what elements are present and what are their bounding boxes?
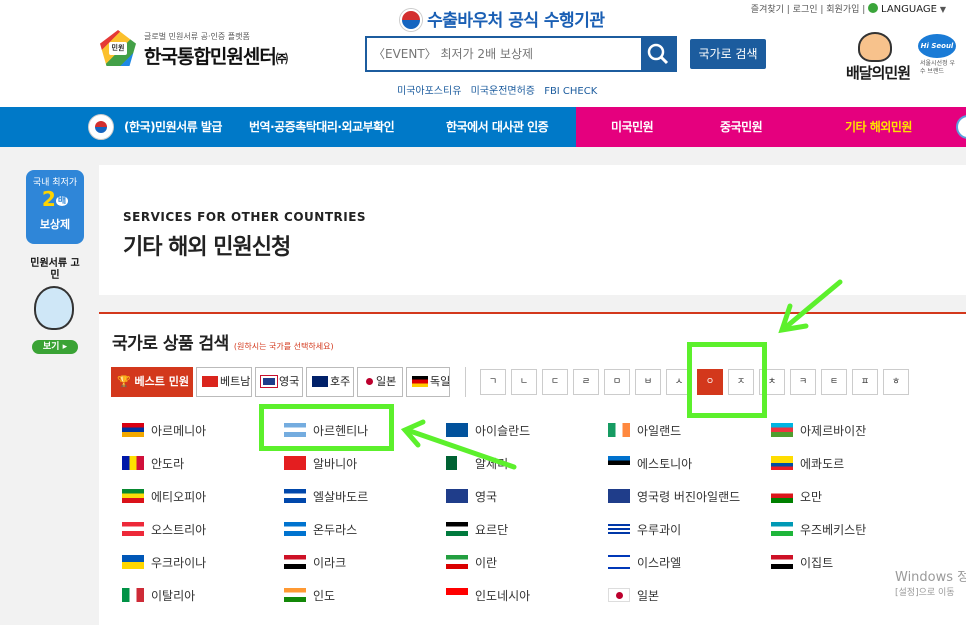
windows-activation-watermark: Windows 정 [설정]으로 이동 bbox=[895, 566, 966, 598]
arrow-line-2 bbox=[407, 428, 517, 470]
watermark-line1: Windows 정 bbox=[895, 570, 966, 585]
arrow-line-1 bbox=[783, 279, 843, 330]
annotation-arrows bbox=[400, 279, 843, 470]
watermark-line2: [설정]으로 이동 bbox=[895, 588, 955, 598]
